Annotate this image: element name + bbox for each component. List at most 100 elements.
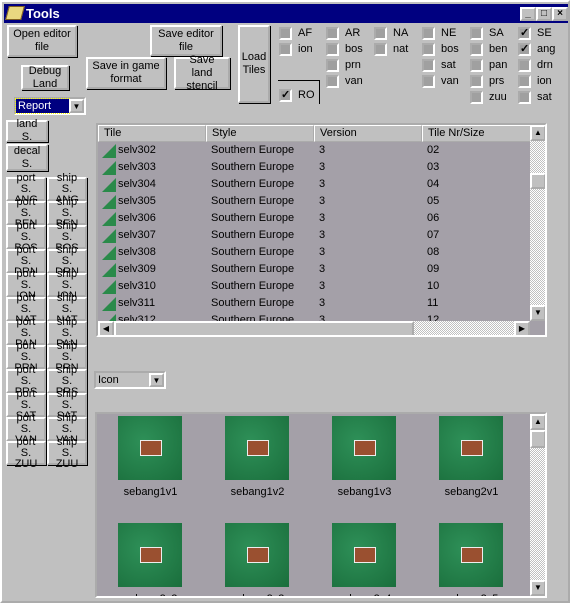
checkbox-box[interactable] <box>422 74 435 88</box>
icon-list[interactable]: sebang1v1 sebang1v2 sebang1v3 sebang2v1 seba… <box>95 412 547 598</box>
checkbox-box[interactable] <box>279 26 292 40</box>
building-thumbnail <box>225 523 289 587</box>
region-checkbox[interactable]: AR <box>326 26 360 40</box>
save-game-format-button[interactable]: Save in game format <box>86 57 166 89</box>
scroll-thumb[interactable] <box>530 173 545 189</box>
checkbox-label: ion <box>298 43 313 55</box>
checkbox-box[interactable] <box>518 74 531 88</box>
save-editor-file-button[interactable]: Save editor file <box>150 25 222 56</box>
load-tiles-button[interactable]: Load Tiles <box>238 25 270 103</box>
checkbox-box[interactable] <box>326 58 339 72</box>
table-horizontal-scrollbar[interactable]: ◀ ▶ <box>98 321 530 335</box>
column-header-style[interactable]: Style <box>206 125 314 142</box>
region-checkbox[interactable]: NE <box>422 26 456 40</box>
column-header-version[interactable]: Version <box>314 125 422 142</box>
icon-list-scrollbar[interactable]: ▲ ▼ <box>530 414 545 596</box>
checkbox-label: ang <box>537 43 556 55</box>
region-checkbox[interactable]: ✓ SE <box>518 26 552 40</box>
table-row[interactable]: selv303 Southern Europe 3 03 <box>98 159 522 176</box>
icon-label: sebang2v3 <box>204 593 311 596</box>
checkbox-box[interactable] <box>518 58 531 72</box>
region-checkbox[interactable]: zuu <box>470 90 507 104</box>
scroll-left-button[interactable]: ◀ <box>98 321 114 335</box>
region-checkbox[interactable]: ✓ ang <box>518 42 555 56</box>
tile-table[interactable]: Tile Style Version Tile Nr/Size selv302 S… <box>96 123 547 337</box>
region-checkbox[interactable]: ion <box>279 42 313 56</box>
checkbox-box[interactable] <box>422 42 435 56</box>
ship-s-button[interactable]: ship S. ZUU <box>47 436 87 469</box>
decal-s-button[interactable]: decal S. <box>6 144 48 171</box>
land-s-button[interactable]: land S. <box>6 118 48 143</box>
region-checkbox[interactable]: van <box>422 74 459 88</box>
scroll-up-button[interactable]: ▲ <box>530 125 545 141</box>
checkbox-label: van <box>345 75 363 87</box>
table-row[interactable]: selv308 Southern Europe 3 08 <box>98 244 522 261</box>
h-scroll-thumb[interactable] <box>114 321 414 335</box>
region-checkbox[interactable]: ion <box>518 74 552 88</box>
scroll-down-button[interactable]: ▼ <box>530 305 545 321</box>
open-editor-file-button[interactable]: Open editor file <box>7 25 77 57</box>
scroll-down-button[interactable]: ▼ <box>530 580 545 596</box>
minimize-button[interactable]: _ <box>520 7 536 21</box>
table-vertical-scrollbar[interactable]: ▲ ▼ <box>530 125 545 321</box>
checkbox-box[interactable]: ✓ <box>518 42 531 56</box>
debug-land-button[interactable]: Debug Land <box>21 65 69 90</box>
region-checkbox[interactable]: sat <box>422 58 456 72</box>
save-land-stencil-button[interactable]: Save land stencil <box>174 54 230 92</box>
checkbox-box[interactable] <box>326 74 339 88</box>
checkbox-box[interactable] <box>326 42 339 56</box>
column-header-tile-nr[interactable]: Tile Nr/Size <box>422 125 532 142</box>
region-checkbox[interactable]: AF <box>279 26 312 40</box>
region-checkbox[interactable]: sat <box>518 90 552 104</box>
close-button[interactable]: × <box>552 7 568 21</box>
chevron-down-icon[interactable]: ▼ <box>149 373 164 387</box>
view-mode-select[interactable]: Icon ▼ <box>94 371 166 389</box>
scroll-right-button[interactable]: ▶ <box>514 321 530 335</box>
table-row[interactable]: selv306 Southern Europe 3 06 <box>98 210 522 227</box>
region-checkbox[interactable]: NA <box>374 26 408 40</box>
checkbox-box[interactable] <box>374 26 387 40</box>
checkbox-box[interactable] <box>422 26 435 40</box>
checkbox-box[interactable] <box>374 42 387 56</box>
maximize-button[interactable]: □ <box>536 7 552 21</box>
ro-checkbox[interactable]: ✓ RO <box>279 88 315 102</box>
checkbox-box[interactable]: ✓ <box>518 26 531 40</box>
region-checkbox[interactable]: van <box>326 74 363 88</box>
table-row[interactable]: selv311 Southern Europe 3 11 <box>98 295 522 312</box>
checkbox-box[interactable] <box>470 90 483 104</box>
region-checkbox[interactable]: SA <box>470 26 504 40</box>
region-checkbox[interactable]: prn <box>326 58 361 72</box>
checkbox-box[interactable] <box>470 42 483 56</box>
region-checkbox[interactable]: bos <box>326 42 363 56</box>
column-header-tile[interactable]: Tile <box>98 125 206 142</box>
region-checkbox[interactable]: bos <box>422 42 459 56</box>
table-row[interactable]: selv302 Southern Europe 3 02 <box>98 142 522 159</box>
table-row[interactable]: selv309 Southern Europe 3 09 <box>98 261 522 278</box>
region-checkbox[interactable]: drn <box>518 58 553 72</box>
table-row[interactable]: selv310 Southern Europe 3 10 <box>98 278 522 295</box>
report-select[interactable]: Report ▼ <box>14 97 86 115</box>
region-checkbox[interactable]: nat <box>374 42 408 56</box>
title-bar: Tools _ □ × <box>4 4 568 23</box>
scroll-up-button[interactable]: ▲ <box>530 414 545 430</box>
scroll-thumb[interactable] <box>530 430 545 448</box>
region-checkbox[interactable]: pan <box>470 58 507 72</box>
region-checkbox[interactable]: ben <box>470 42 507 56</box>
checkbox-label: SA <box>489 27 504 39</box>
ro-checkbox-box[interactable]: ✓ <box>279 88 292 102</box>
table-row[interactable]: selv307 Southern Europe 3 07 <box>98 227 522 244</box>
table-row[interactable]: selv304 Southern Europe 3 04 <box>98 176 522 193</box>
checkbox-box[interactable] <box>518 90 531 104</box>
checkbox-box[interactable] <box>470 74 483 88</box>
port-s-button[interactable]: port S. ZUU <box>6 436 46 469</box>
region-checkbox[interactable]: prs <box>470 74 504 88</box>
checkbox-box[interactable] <box>470 58 483 72</box>
checkbox-label: ion <box>537 75 552 87</box>
checkbox-box[interactable] <box>326 26 339 40</box>
table-row[interactable]: selv305 Southern Europe 3 05 <box>98 193 522 210</box>
cell-style: Southern Europe <box>211 246 295 258</box>
checkbox-box[interactable] <box>470 26 483 40</box>
checkbox-box[interactable] <box>279 42 292 56</box>
checkbox-box[interactable] <box>422 58 435 72</box>
chevron-down-icon[interactable]: ▼ <box>69 99 84 113</box>
